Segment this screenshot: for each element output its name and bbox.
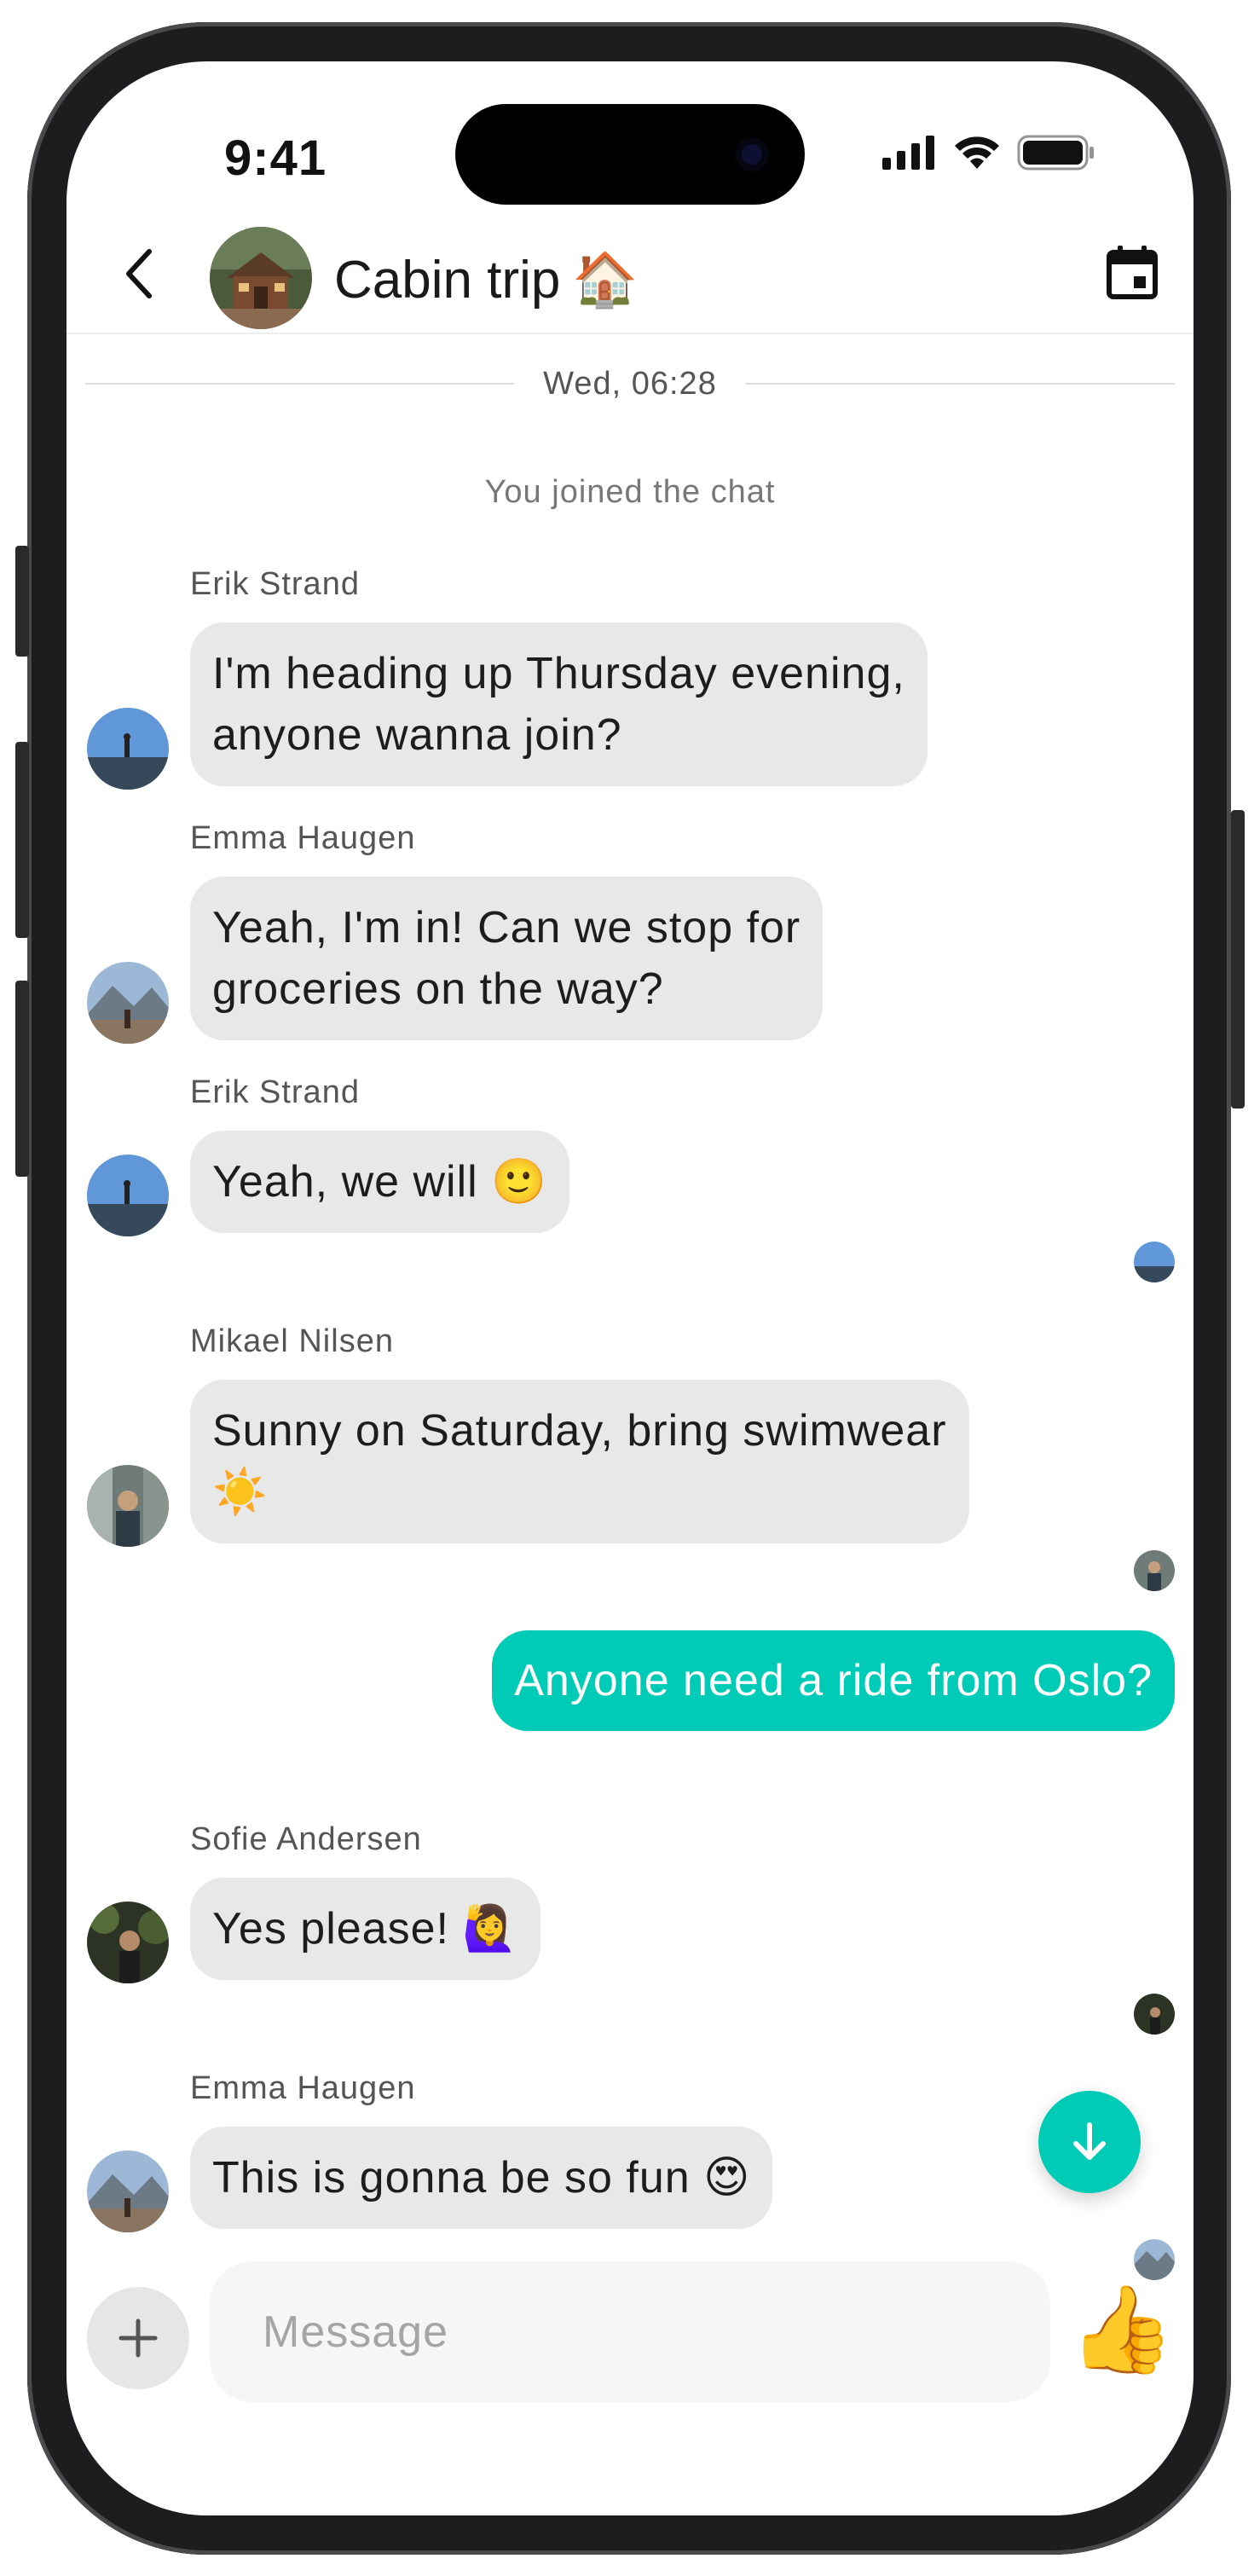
thumbs-up-button[interactable]: 👍 [1068,2278,1176,2381]
header-divider [66,333,1194,334]
status-time: 9:41 [224,130,327,186]
message-line: ☀️ [212,1467,269,1517]
chat-title-text: Cabin trip [334,251,561,310]
volume-up-button [15,742,29,938]
sender-name: Erik Strand [190,1074,360,1110]
avatar-erik[interactable] [87,708,169,790]
message-line: I'm heading up Thursday evening, [212,649,905,698]
read-receipt-avatar [1134,2239,1175,2280]
message-bubble[interactable]: I'm heading up Thursday evening, anyone … [190,622,928,786]
outgoing-message-bubble[interactable]: Anyone need a ride from Oslo? [492,1630,1175,1731]
avatar-photo [1134,2239,1175,2280]
calendar-button[interactable] [1100,240,1165,305]
message-bubble[interactable]: This is gonna be so fun 😍 [190,2127,773,2229]
message-bubble[interactable]: Sunny on Saturday, bring swimwear ☀️ [190,1380,969,1543]
sender-name: Emma Haugen [190,2070,416,2106]
avatar-photo [87,708,169,790]
cabin-photo [210,227,312,329]
message-bubble[interactable]: Yeah, I'm in! Can we stop for groceries … [190,877,824,1040]
power-button [1231,810,1245,1109]
plus-icon [118,2318,158,2358]
add-attachment-button[interactable] [87,2287,189,2389]
date-label: Wed, 06:28 [543,365,717,402]
avatar-photo [87,1155,169,1236]
divider-line [745,383,1175,385]
screen: 9:41 Cabin trip 🏠 Wed, 06:28 You joined … [66,61,1194,2515]
avatar-erik[interactable] [87,1155,169,1236]
message-line: groceries on the way? [212,964,664,1014]
message-bubble[interactable]: Yes please! 🙋‍♀️ [190,1878,541,1980]
divider-line [85,383,515,385]
cellular-signal-icon [882,136,934,170]
avatar-emma[interactable] [87,962,169,1044]
message-line: This is gonna be so fun 😍 [212,2153,751,2203]
system-message: You joined the chat [484,474,776,510]
chevron-left-icon [126,249,152,298]
avatar-photo [87,2151,169,2232]
date-separator: Wed, 06:28 [85,358,1175,409]
house-emoji: 🏠 [572,251,639,310]
avatar-emma[interactable] [87,2151,169,2232]
read-receipt-avatar [1134,1550,1175,1591]
avatar-photo [87,962,169,1044]
scroll-to-bottom-button[interactable] [1038,2091,1141,2193]
volume-down-button [15,981,29,1177]
message-line: Anyone need a ride from Oslo? [514,1656,1153,1705]
thumbs-up-icon: 👍 [1068,2282,1176,2377]
status-icons [882,135,1095,171]
avatar-photo [1134,1994,1175,2035]
chat-header: Cabin trip 🏠 [66,215,1194,334]
avatar-photo [1134,1242,1175,1282]
message-line: Yes please! 🙋‍♀️ [212,1904,519,1954]
message-input[interactable] [210,2261,1050,2402]
message-bubble[interactable]: Yeah, we will 🙂 [190,1131,569,1233]
calendar-icon [1107,246,1158,299]
back-button[interactable] [109,244,169,304]
dynamic-island [455,104,805,205]
arrow-down-icon [1073,2122,1106,2160]
avatar-photo [87,1902,169,1983]
battery-icon [1017,135,1094,171]
sender-name: Mikael Nilsen [190,1323,394,1359]
read-receipt-avatar [1134,1242,1175,1282]
message-line: Sunny on Saturday, bring swimwear [212,1406,947,1456]
message-line: Yeah, I'm in! Can we stop for [212,903,801,952]
sender-name: Sofie Andersen [190,1821,422,1857]
message-line: Yeah, we will 🙂 [212,1157,547,1207]
chat-avatar[interactable] [210,227,312,329]
sender-name: Erik Strand [190,566,360,602]
avatar-photo [87,1465,169,1547]
sender-name: Emma Haugen [190,820,416,856]
avatar-photo [1134,1550,1175,1591]
chat-title: Cabin trip 🏠 [334,249,639,311]
avatar-sofie[interactable] [87,1902,169,1983]
action-button [15,546,29,657]
avatar-mikael[interactable] [87,1465,169,1547]
message-line: anyone wanna join? [212,710,622,760]
wifi-icon [955,136,999,169]
camera-lens [735,137,769,171]
read-receipt-avatar [1134,1994,1175,2035]
